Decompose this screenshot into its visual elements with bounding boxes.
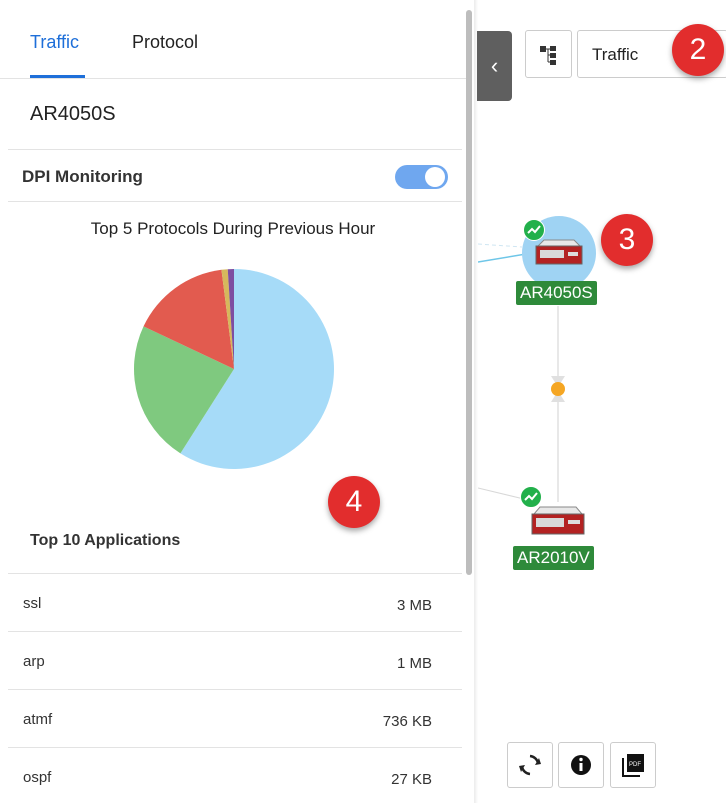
tab-bar: Traffic Protocol	[0, 0, 466, 79]
app-name: ospf	[23, 769, 52, 786]
top-applications-title: Top 10 Applications	[30, 532, 181, 549]
dpi-monitoring-label: DPI Monitoring	[22, 167, 143, 186]
export-pdf-button[interactable]: PDF	[610, 742, 656, 788]
device-title: AR4050S	[30, 103, 116, 125]
app-usage: 1 MB	[396, 655, 432, 672]
tab-traffic[interactable]: Traffic	[30, 32, 79, 53]
callout-badge: 4	[328, 476, 380, 528]
protocols-pie-chart	[133, 269, 335, 469]
details-panel: Traffic Protocol AR4050S DPI Monitoring …	[0, 0, 466, 803]
topology-links	[478, 243, 565, 502]
dpi-monitoring-toggle[interactable]	[395, 165, 448, 189]
trending-icon	[520, 486, 542, 508]
app-name: arp	[23, 653, 45, 670]
app-usage: 736 KB	[382, 713, 432, 730]
node-label[interactable]: AR4050S	[516, 281, 597, 305]
info-button[interactable]	[558, 742, 604, 788]
svg-text:PDF: PDF	[629, 762, 641, 768]
map-view-select-value: Traffic	[592, 45, 639, 64]
link-warning-icon[interactable]	[551, 376, 565, 402]
link-line	[478, 243, 523, 248]
table-row[interactable]: arp 1 MB	[8, 631, 462, 690]
toggle-knob	[425, 167, 445, 187]
trending-icon	[523, 219, 545, 241]
node-label[interactable]: AR2010V	[513, 546, 594, 570]
refresh-button[interactable]	[507, 742, 553, 788]
link-line	[478, 253, 527, 263]
refresh-icon	[519, 754, 541, 776]
hierarchy-icon	[540, 46, 556, 65]
callout-badge: 2	[672, 24, 724, 76]
app-name: atmf	[23, 711, 53, 728]
panel-scrollbar[interactable]	[466, 10, 472, 575]
router-icon	[531, 506, 585, 535]
chart-title: Top 5 Protocols During Previous Hour	[90, 219, 376, 238]
topology-view-button[interactable]	[525, 30, 572, 78]
app-name: ssl	[23, 595, 42, 612]
chevron-left-icon: ‹	[490, 53, 499, 78]
pdf-icon: PDF	[622, 754, 644, 777]
app-usage: 27 KB	[391, 771, 432, 788]
divider	[8, 201, 462, 202]
active-tab-indicator	[30, 75, 85, 78]
device-node-ar2010v[interactable]	[530, 502, 586, 542]
table-row[interactable]: ospf 27 KB	[8, 747, 462, 806]
table-row[interactable]: atmf 736 KB	[8, 689, 462, 748]
callout-badge: 3	[601, 214, 653, 266]
app-usage: 3 MB	[396, 597, 432, 614]
table-row[interactable]: ssl 3 MB	[8, 573, 462, 632]
tab-protocol[interactable]: Protocol	[132, 32, 198, 53]
info-icon	[571, 755, 591, 775]
collapse-panel-button[interactable]: ‹	[477, 31, 512, 101]
divider	[8, 149, 462, 150]
